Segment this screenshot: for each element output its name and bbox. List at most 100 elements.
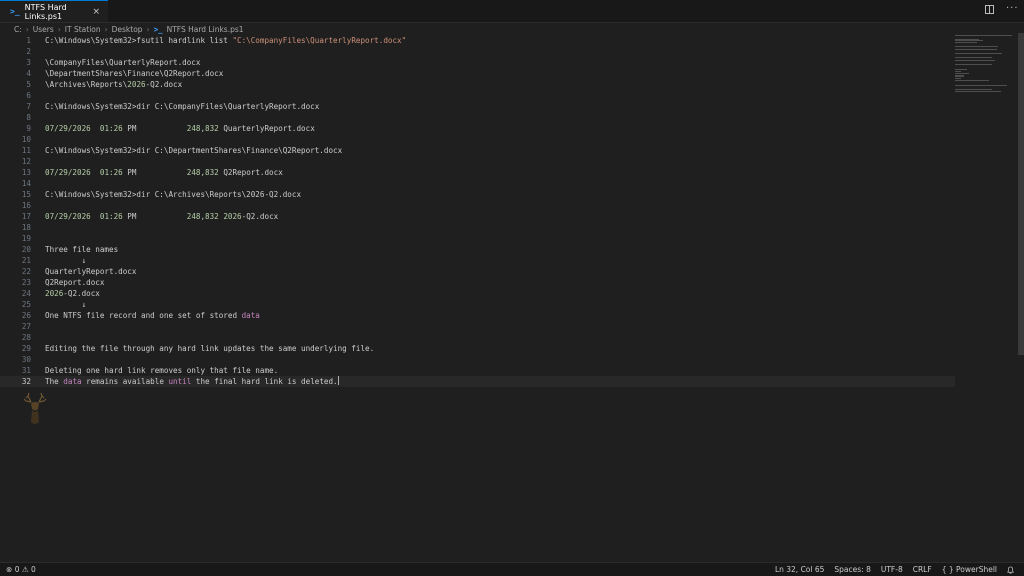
minimap-line	[955, 49, 998, 51]
code-line[interactable]: 10	[0, 134, 955, 145]
line-number: 22	[21, 267, 31, 276]
line-endings[interactable]: CRLF	[913, 565, 932, 574]
line-text: C:\Windows\System32>dir C:\CompanyFiles\…	[45, 101, 319, 112]
minimap-line	[955, 63, 992, 65]
code-line[interactable]: 6	[0, 90, 955, 101]
minimap-line	[955, 35, 1012, 36]
more-actions-icon[interactable]: ···	[1006, 4, 1018, 15]
code-line[interactable]: 26 One NTFS file record and one set of st…	[0, 310, 955, 321]
code-line[interactable]: 13 07/29/2026 01:26 PM 248,832 Q2Report.d…	[0, 167, 955, 178]
code-token: C:\Windows\System32>fsutil hardlink list	[45, 36, 233, 45]
line-number: 32	[21, 377, 31, 386]
code-token: 2026	[127, 80, 146, 89]
line-text: \Archives\Reports\2026-Q2.docx	[45, 79, 182, 90]
code-token: \DepartmentShares\Finance\Q2Report.docx	[45, 69, 224, 78]
breadcrumb-item[interactable]: NTFS Hard Links.ps1	[167, 25, 244, 34]
code-line[interactable]: 3 \CompanyFiles\QuarterlyReport.docx	[0, 57, 955, 68]
warning-icon: ⚠	[21, 565, 29, 574]
breadcrumb-item[interactable]: Desktop	[112, 25, 143, 34]
code-line[interactable]: 5 \Archives\Reports\2026-Q2.docx	[0, 79, 955, 90]
code-line[interactable]: 11 C:\Windows\System32>dir C:\DepartmentS…	[0, 145, 955, 156]
line-number: 26	[21, 311, 31, 320]
code-token: QuarterlyReport.docx	[218, 124, 315, 133]
minimap[interactable]	[955, 35, 1015, 95]
code-line[interactable]: 19	[0, 233, 955, 244]
code-line[interactable]: 22 QuarterlyReport.docx	[0, 266, 955, 277]
line-text: One NTFS file record and one set of stor…	[45, 310, 260, 321]
code-line[interactable]: 23 Q2Report.docx	[0, 277, 955, 288]
code-line[interactable]: 8	[0, 112, 955, 123]
problems-indicator[interactable]: ⊗ 0 ⚠ 0	[6, 565, 36, 574]
code-line[interactable]: 14	[0, 178, 955, 189]
close-icon[interactable]: ×	[92, 7, 100, 17]
line-text: QuarterlyReport.docx	[45, 266, 136, 277]
line-number: 27	[21, 322, 31, 331]
vertical-scrollbar[interactable]	[1018, 33, 1024, 355]
minimap-line	[955, 42, 977, 44]
code-token: 2026	[45, 289, 64, 298]
code-line[interactable]: 18	[0, 222, 955, 233]
code-token: \Archives\Reports\	[45, 80, 128, 89]
line-text: C:\Windows\System32>fsutil hardlink list…	[45, 35, 406, 46]
code-line[interactable]: 2	[0, 46, 955, 57]
code-line[interactable]: 15 C:\Windows\System32>dir C:\Archives\Re…	[0, 189, 955, 200]
language-mode[interactable]: { } PowerShell	[942, 565, 997, 574]
code-token: -Q2.docx	[63, 289, 100, 298]
chevron-right-icon: ›	[104, 24, 108, 34]
code-line[interactable]: 28	[0, 332, 955, 343]
code-line[interactable]: 12	[0, 156, 955, 167]
code-token: 07/29/2026	[45, 168, 91, 177]
code-line[interactable]: 17 07/29/2026 01:26 PM 248,832 2026-Q2.do…	[0, 211, 955, 222]
powershell-icon: >_	[10, 7, 20, 16]
breadcrumb-item[interactable]: IT Station	[65, 25, 101, 34]
text-cursor	[337, 376, 339, 385]
code-line[interactable]: 20 Three file names	[0, 244, 955, 255]
code-line[interactable]: 7 C:\Windows\System32>dir C:\CompanyFiles…	[0, 101, 955, 112]
line-number: 21	[21, 256, 31, 265]
line-text: \DepartmentShares\Finance\Q2Report.docx	[45, 68, 223, 79]
breadcrumb-item[interactable]: C:	[14, 25, 22, 34]
code-token: -Q2.docx	[145, 80, 183, 89]
code-line[interactable]: 29 Editing the file through any hard link…	[0, 343, 955, 354]
error-count: 0	[14, 565, 20, 574]
status-bar: ⊗ 0 ⚠ 0 Ln 32, Col 65 Spaces: 8 UTF-8 CR…	[0, 562, 1024, 576]
code-line[interactable]: 21 ↓	[0, 255, 955, 266]
line-number: 30	[21, 355, 31, 364]
line-number: 11	[21, 146, 31, 155]
cursor-position[interactable]: Ln 32, Col 65	[775, 565, 824, 574]
line-number: 18	[21, 223, 31, 232]
line-number: 24	[21, 289, 31, 298]
line-number: 1	[26, 36, 31, 45]
chevron-right-icon: ›	[25, 24, 29, 34]
code-token: ↓	[45, 300, 87, 309]
line-number: 14	[21, 179, 31, 188]
powershell-icon: >_	[153, 24, 163, 34]
code-line[interactable]: 24 2026-Q2.docx	[0, 288, 955, 299]
line-number: 17	[21, 212, 31, 221]
line-number: 28	[21, 333, 31, 342]
bell-icon[interactable]	[1007, 566, 1014, 574]
code-token: 248,832	[186, 212, 219, 221]
minimap-line	[955, 80, 989, 81]
code-line[interactable]: 27	[0, 321, 955, 332]
code-line[interactable]: 30	[0, 354, 955, 365]
code-token: PM	[122, 168, 187, 177]
code-line[interactable]: 1 C:\Windows\System32>fsutil hardlink lis…	[0, 35, 955, 46]
code-line[interactable]: 4 \DepartmentShares\Finance\Q2Report.docx	[0, 68, 955, 79]
line-number: 19	[21, 234, 31, 243]
split-editor-icon[interactable]	[985, 5, 994, 14]
editor-tab[interactable]: >_ NTFS Hard Links.ps1 ×	[0, 0, 108, 22]
minimap-line	[955, 60, 996, 62]
code-line[interactable]: 31 Deleting one hard link removes only th…	[0, 365, 955, 376]
code-line[interactable]: 9 07/29/2026 01:26 PM 248,832 QuarterlyRe…	[0, 123, 955, 134]
indentation[interactable]: Spaces: 8	[834, 565, 870, 574]
code-line[interactable]: 32 The data remains available until the f…	[0, 376, 955, 387]
chevron-right-icon: ›	[57, 24, 61, 34]
code-line[interactable]: 25 ↓	[0, 299, 955, 310]
breadcrumb-item[interactable]: Users	[33, 25, 54, 34]
encoding[interactable]: UTF-8	[881, 565, 903, 574]
code-line[interactable]: 16	[0, 200, 955, 211]
line-number: 25	[21, 300, 31, 309]
code-token: C:\Windows\System32>dir C:\Archives\Repo…	[45, 190, 302, 199]
